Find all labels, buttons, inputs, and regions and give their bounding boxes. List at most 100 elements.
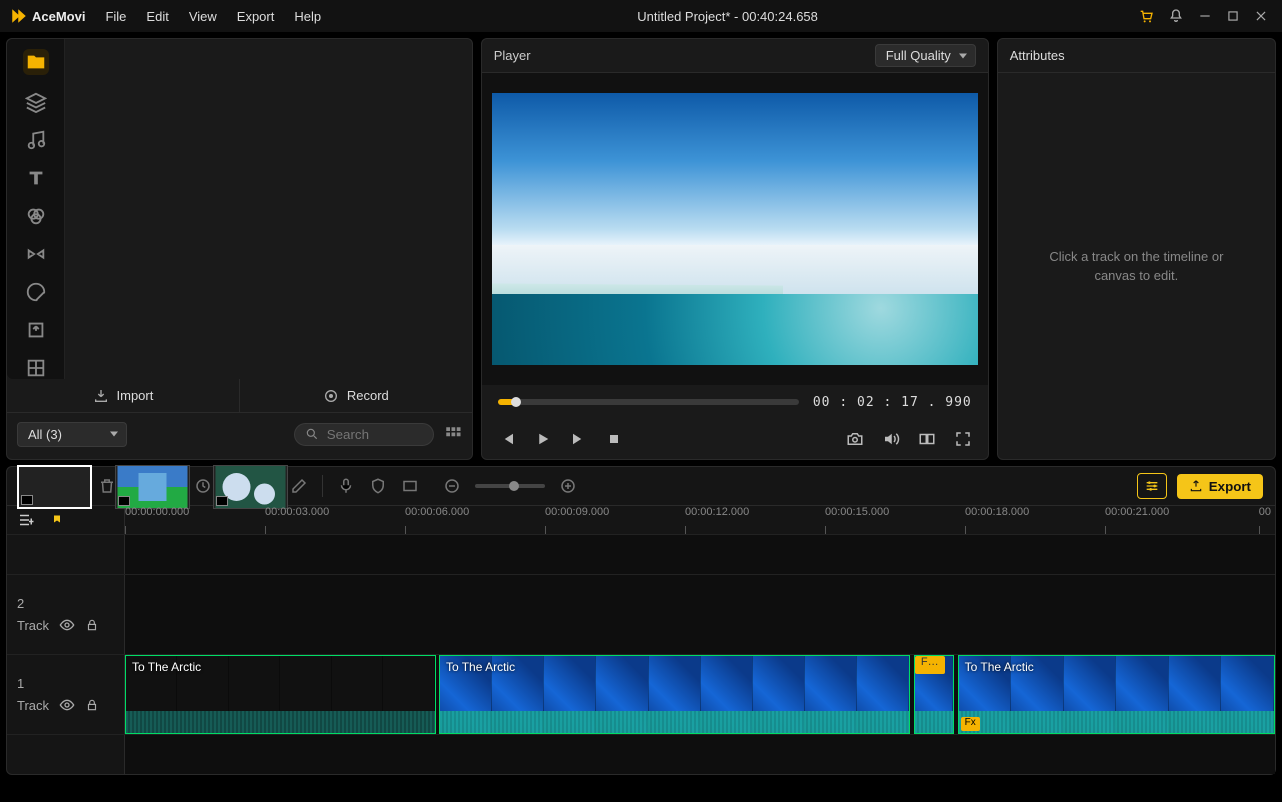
grid-view-icon[interactable] [444, 425, 462, 443]
marker-button[interactable] [51, 514, 63, 526]
menu-help[interactable]: Help [284, 3, 331, 30]
snapshot-icon[interactable] [846, 430, 864, 448]
quality-select[interactable]: Full Quality [875, 44, 976, 67]
clip-label: To The Arctic [132, 660, 201, 674]
ruler-tick: 00:00:21.000 [1105, 506, 1169, 534]
window-maximize-icon[interactable] [1226, 9, 1240, 23]
audio-waveform [126, 711, 435, 733]
category-sidebar [7, 39, 65, 379]
timeline-settings-button[interactable] [1137, 473, 1167, 499]
split-tab-icon[interactable] [25, 357, 47, 379]
lock-icon[interactable] [85, 618, 99, 632]
record-tab[interactable]: Record [239, 379, 472, 413]
track-number: 2 [17, 596, 24, 611]
track-header[interactable]: 2 Track [7, 575, 125, 654]
search-icon [305, 427, 319, 441]
search-input[interactable] [327, 427, 417, 442]
track-body[interactable] [125, 575, 1275, 654]
ruler-tick: 00:00:00.000 [125, 506, 189, 534]
visibility-icon[interactable] [59, 697, 75, 713]
play-icon[interactable] [534, 430, 552, 448]
layers-tab-icon[interactable] [25, 91, 47, 113]
import-tab[interactable]: Import [7, 379, 239, 413]
prev-frame-icon[interactable] [498, 430, 516, 448]
shield-icon[interactable] [369, 477, 387, 495]
title-bar: AceMovi File Edit View Export Help Untit… [0, 0, 1282, 32]
track-2: 2 Track [7, 574, 1275, 654]
reverse-icon[interactable] [194, 477, 212, 495]
video-badge-icon [118, 496, 130, 506]
player-progress[interactable] [498, 399, 799, 405]
fullscreen-icon[interactable] [954, 430, 972, 448]
track-body[interactable]: To The Arctic To The Arctic F… To The Ar… [125, 655, 1275, 734]
search-input-wrapper[interactable] [294, 423, 434, 446]
timeline-clip[interactable]: F… [914, 655, 954, 734]
aspect-icon[interactable] [401, 477, 419, 495]
media-tab-icon[interactable] [23, 49, 49, 75]
audio-tab-icon[interactable] [25, 129, 47, 151]
app-name: AceMovi [32, 9, 85, 24]
player-panel: Player Full Quality 00 : 02 : 17 . 990 [481, 38, 989, 460]
filters-tab-icon[interactable] [25, 205, 47, 227]
app-logo: AceMovi [0, 7, 95, 25]
clip-label: To The Arctic [446, 660, 515, 674]
visibility-icon[interactable] [59, 617, 75, 633]
attributes-panel: Attributes Click a track on the timeline… [997, 38, 1276, 460]
ruler-tick: 00:00:03.000 [265, 506, 329, 534]
export-button[interactable]: Export [1177, 474, 1263, 499]
menu-view[interactable]: View [179, 3, 227, 30]
zoom-out-icon[interactable] [443, 477, 461, 495]
track-options-icon[interactable] [17, 511, 35, 529]
zoom-in-icon[interactable] [559, 477, 577, 495]
export-tab-icon[interactable] [25, 319, 47, 341]
timeline-clip[interactable]: To The Arctic Fx [958, 655, 1275, 734]
volume-icon[interactable] [882, 430, 900, 448]
logo-icon [10, 7, 28, 25]
audio-waveform [915, 711, 953, 733]
track-spacer [7, 734, 1275, 774]
cart-icon[interactable] [1138, 8, 1154, 24]
track-label: Track [17, 698, 49, 713]
ruler-tick: 00:00:18.000 [965, 506, 1029, 534]
voiceover-icon[interactable] [337, 477, 355, 495]
compare-icon[interactable] [918, 430, 936, 448]
stop-icon[interactable] [606, 431, 622, 447]
transitions-tab-icon[interactable] [25, 243, 47, 265]
track-header[interactable]: 1 Track [7, 655, 125, 734]
audio-waveform [440, 711, 910, 733]
record-icon [323, 388, 339, 404]
next-frame-icon[interactable] [570, 430, 588, 448]
attributes-title: Attributes [1010, 48, 1065, 63]
timeline-toolbar: Export [6, 466, 1276, 506]
time-ruler[interactable]: 00:00:00.000 00:00:03.000 00:00:06.000 00:0… [125, 506, 1275, 534]
window-close-icon[interactable] [1254, 9, 1268, 23]
ruler-tick: 00:00:09.000 [545, 506, 609, 534]
timeline-clip[interactable]: To The Arctic [439, 655, 911, 734]
record-label: Record [347, 388, 389, 403]
timeline-tracks: 2 Track 1 Track T [6, 534, 1276, 775]
bell-icon[interactable] [1168, 8, 1184, 24]
lock-icon[interactable] [85, 698, 99, 712]
clip-label: To The Arctic [965, 660, 1034, 674]
export-label: Export [1209, 479, 1251, 494]
project-title: Untitled Project* - 00:40:24.658 [331, 9, 1124, 24]
video-badge-icon [21, 495, 33, 505]
image-badge-icon [216, 496, 228, 506]
track-number: 1 [17, 676, 24, 691]
window-minimize-icon[interactable] [1198, 9, 1212, 23]
delete-icon[interactable] [98, 477, 116, 495]
player-timecode: 00 : 02 : 17 . 990 [813, 395, 972, 410]
ruler-tick: 00:00:06.000 [405, 506, 469, 534]
menu-file[interactable]: File [95, 3, 136, 30]
edit-icon[interactable] [290, 477, 308, 495]
zoom-slider[interactable] [475, 484, 545, 488]
track-1: 1 Track To The Arctic To The Arctic [7, 654, 1275, 734]
media-filter-select[interactable]: All (3) [17, 422, 127, 447]
menu-export[interactable]: Export [227, 3, 285, 30]
attributes-placeholder: Click a track on the timeline or canvas … [998, 73, 1275, 459]
player-canvas[interactable] [482, 73, 988, 385]
timeline-clip[interactable]: To The Arctic [125, 655, 436, 734]
stickers-tab-icon[interactable] [25, 281, 47, 303]
text-tab-icon[interactable] [25, 167, 47, 189]
menu-edit[interactable]: Edit [136, 3, 178, 30]
